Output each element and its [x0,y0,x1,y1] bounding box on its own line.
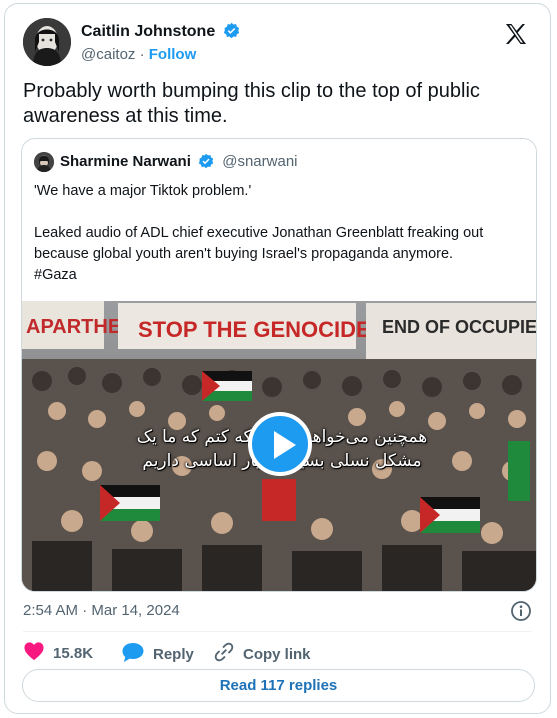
quoted-text-line: 'We have a major Tiktok problem.' [34,183,252,199]
divider [23,631,532,632]
separator: · [139,46,145,63]
timestamp[interactable]: 2:54 AM · Mar 14, 2024 [23,602,180,619]
author-handle[interactable]: @caitoz [81,46,135,63]
quoted-author-name[interactable]: Sharmine Narwani @snarwani [60,153,298,173]
follow-button[interactable]: Follow [149,46,197,63]
tweet-card: Caitlin Johnstone @caitoz · Follow Proba… [4,3,551,714]
like-count: 15.8K [53,644,94,662]
quoted-name-text: Sharmine Narwani [60,153,191,170]
info-icon[interactable] [510,600,532,627]
author-handle-row: @caitoz · Follow [81,46,196,63]
reply-bubble-icon [121,641,145,667]
x-logo-icon[interactable] [504,22,528,53]
quoted-text: 'We have a major Tiktok problem.' Leaked… [34,181,526,286]
quoted-tweet[interactable]: Sharmine Narwani @snarwani 'We have a ma… [21,138,537,592]
copy-link-button[interactable]: Copy link [213,641,311,667]
like-button[interactable]: 15.8K [23,641,93,665]
verified-badge-icon [223,22,240,44]
banner-center-text: STOP THE GENOCIDE [138,317,371,342]
author-name[interactable]: Caitlin Johnstone [81,22,240,44]
reply-button[interactable]: Reply [121,641,194,667]
link-icon [213,641,235,667]
hashtag-link[interactable]: #Gaza [34,265,526,286]
quoted-author-avatar[interactable] [34,152,54,172]
read-replies-button[interactable]: Read 117 replies [22,669,535,702]
video-player[interactable]: APARTHEID STOP THE GENOCIDE END OF OCCUP… [22,301,536,591]
play-button[interactable] [248,412,312,476]
author-name-text[interactable]: Caitlin Johnstone [81,23,215,40]
quoted-text-body: Leaked audio of ADL chief executive Jona… [34,225,484,262]
heart-icon [23,641,45,665]
quoted-author-handle: @snarwani [222,153,298,170]
copy-link-label: Copy link [243,645,311,663]
quoted-verified-badge-icon [198,153,214,173]
reply-label: Reply [153,645,194,663]
banner-right-text: END OF OCCUPIED [382,317,536,337]
author-avatar[interactable] [23,18,71,66]
tweet-text: Probably worth bumping this clip to the … [23,80,480,127]
